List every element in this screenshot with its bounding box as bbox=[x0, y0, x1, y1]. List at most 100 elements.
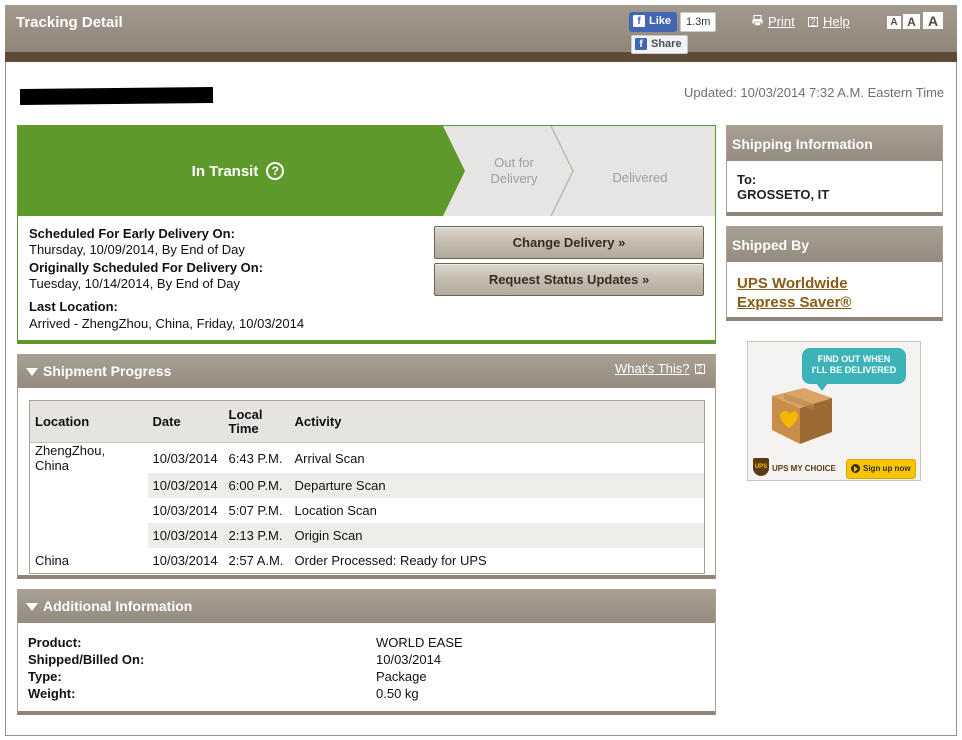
facebook-icon: f bbox=[635, 38, 647, 50]
row-time: 6:00 P.M. bbox=[223, 473, 290, 498]
font-size-medium-button[interactable]: A bbox=[903, 14, 920, 29]
row-activity: Location Scan bbox=[294, 503, 377, 518]
row-date: 10/03/2014 bbox=[152, 552, 218, 568]
change-delivery-button[interactable]: Change Delivery » bbox=[434, 226, 704, 259]
print-link[interactable]: Print bbox=[752, 14, 795, 29]
ship-to-label: To: bbox=[737, 172, 757, 187]
help-icon: ? bbox=[694, 363, 705, 374]
row-location: ZhengZhou, China bbox=[35, 443, 106, 473]
ad-footer: UPS UPS MY CHOICE Sign up now bbox=[748, 450, 920, 480]
request-status-updates-button[interactable]: Request Status Updates » bbox=[434, 263, 704, 296]
facebook-share-label: Share bbox=[651, 38, 682, 50]
carrier-service-line1: UPS Worldwide bbox=[737, 275, 848, 292]
package-box-icon bbox=[766, 384, 836, 449]
shipment-progress-title: Shipment Progress bbox=[43, 363, 172, 379]
product-value: WORLD EASE bbox=[376, 635, 463, 650]
facebook-like-count: 1.3m bbox=[680, 12, 717, 32]
whats-this-label: What's This? bbox=[615, 361, 690, 376]
type-label: Type: bbox=[28, 669, 62, 684]
column-header-date: Date bbox=[147, 400, 224, 443]
help-label: Help bbox=[823, 14, 850, 29]
last-location-value: Arrived - ZhengZhou, China, Friday, 10/0… bbox=[29, 316, 305, 331]
type-value: Package bbox=[376, 669, 427, 684]
help-icon: ? bbox=[808, 16, 818, 27]
row-location bbox=[30, 498, 148, 523]
ad-speech-bubble: FIND OUT WHEN I'LL BE DELIVERED bbox=[802, 348, 906, 391]
row-date: 10/03/2014 bbox=[147, 523, 224, 548]
carrier-service-link[interactable]: UPS Worldwide Express Saver® bbox=[737, 274, 851, 312]
table-row: 10/03/2014 2:13 P.M. Origin Scan bbox=[29, 523, 705, 548]
shipment-progress-header[interactable]: Shipment Progress What's This? ? bbox=[18, 355, 715, 388]
additional-information-section: Additional Information Product: WORLD EA… bbox=[17, 589, 716, 715]
weight-value: 0.50 kg bbox=[376, 686, 419, 701]
row-date: 10/03/2014 bbox=[152, 450, 218, 466]
table-row: ZhengZhou, China 10/03/2014 6:43 P.M. Ar… bbox=[30, 443, 705, 473]
collapse-triangle-icon bbox=[26, 368, 38, 376]
row-activity: Departure Scan bbox=[289, 473, 705, 498]
scheduled-early-value: Thursday, 10/09/2014, By End of Day bbox=[29, 242, 245, 257]
print-label: Print bbox=[768, 14, 795, 29]
top-bar-strip bbox=[5, 52, 957, 62]
table-row: China 10/03/2014 2:57 A.M. Order Process… bbox=[30, 548, 705, 573]
row-time: 5:07 P.M. bbox=[228, 503, 283, 518]
help-link[interactable]: ? Help bbox=[808, 14, 850, 29]
row-time: 2:13 P.M. bbox=[223, 523, 290, 548]
row-date: 10/03/2014 bbox=[147, 473, 224, 498]
status-step-out-for-delivery: Out for Delivery bbox=[464, 155, 564, 187]
ad-bubble-line1: FIND OUT WHEN bbox=[817, 354, 891, 364]
status-step-label: In Transit bbox=[191, 162, 259, 180]
weight-label: Weight: bbox=[28, 686, 76, 701]
row-location: China bbox=[35, 552, 69, 568]
row-time: 6:43 P.M. bbox=[228, 450, 283, 466]
status-step-label-line1: Out for bbox=[494, 155, 534, 170]
ups-my-choice-ad[interactable]: FIND OUT WHEN I'LL BE DELIVERED UPS UPS … bbox=[747, 341, 921, 481]
shipped-billed-label: Shipped/Billed On: bbox=[28, 652, 145, 667]
row-activity: Origin Scan bbox=[289, 523, 705, 548]
table-row: 10/03/2014 5:07 P.M. Location Scan bbox=[30, 498, 705, 523]
font-size-small-button[interactable]: A bbox=[887, 16, 901, 29]
row-activity: Order Processed: Ready for UPS bbox=[294, 552, 487, 568]
shipped-by-title: Shipped By bbox=[727, 227, 942, 262]
shipment-progress-section: Shipment Progress What's This? ? Locatio… bbox=[17, 354, 716, 579]
ad-brand-label: UPS MY CHOICE bbox=[772, 464, 836, 473]
status-step-label-line2: Delivery bbox=[490, 171, 538, 186]
facebook-like-label: Like bbox=[649, 15, 672, 27]
status-step-delivered: Delivered bbox=[612, 170, 668, 185]
whats-this-link[interactable]: What's This? ? bbox=[615, 361, 705, 376]
row-time: 2:57 A.M. bbox=[228, 552, 284, 568]
shipment-progress-table: Location Date Local Time Activity ZhengZ… bbox=[29, 400, 705, 574]
product-label: Product: bbox=[28, 635, 82, 650]
shipped-by-box: Shipped By UPS Worldwide Express Saver® bbox=[726, 226, 943, 321]
row-date: 10/03/2014 bbox=[152, 503, 218, 518]
sign-up-now-button[interactable]: Sign up now bbox=[846, 459, 916, 479]
facebook-icon: f bbox=[633, 15, 645, 27]
ups-logo-icon: UPS bbox=[753, 458, 769, 476]
redacted-tracking-number bbox=[19, 86, 214, 106]
originally-scheduled-label: Originally Scheduled For Delivery On: bbox=[29, 260, 264, 275]
status-progress-bar: In Transit ? Out for Delivery Delivered bbox=[18, 126, 715, 216]
page-title: Tracking Detail bbox=[16, 14, 123, 31]
row-activity: Arrival Scan bbox=[294, 450, 365, 466]
question-circle-icon[interactable]: ? bbox=[266, 162, 285, 180]
additional-information-header[interactable]: Additional Information bbox=[18, 590, 715, 623]
ad-bubble-line2: I'LL BE DELIVERED bbox=[811, 365, 897, 375]
column-header-location: Location bbox=[29, 400, 148, 443]
row-location bbox=[29, 523, 148, 548]
column-header-local-time: Local Time bbox=[223, 400, 290, 443]
row-location bbox=[29, 473, 148, 498]
ship-to-value: GROSSETO, IT bbox=[737, 187, 830, 202]
printer-icon bbox=[752, 14, 763, 29]
facebook-like-button[interactable]: f Like bbox=[629, 12, 678, 32]
collapse-triangle-icon bbox=[26, 603, 38, 611]
status-panel: In Transit ? Out for Delivery Delivered … bbox=[17, 125, 716, 344]
scheduled-early-label: Scheduled For Early Delivery On: bbox=[29, 226, 235, 241]
column-header-activity: Activity bbox=[289, 400, 705, 443]
originally-scheduled-value: Tuesday, 10/14/2014, By End of Day bbox=[29, 276, 241, 291]
table-row: 10/03/2014 6:00 P.M. Departure Scan bbox=[29, 473, 705, 498]
facebook-share-button[interactable]: f Share bbox=[631, 35, 688, 54]
updated-timestamp: Updated: 10/03/2014 7:32 A.M. Eastern Ti… bbox=[684, 85, 945, 100]
font-size-large-button[interactable]: A bbox=[923, 12, 943, 29]
status-step-in-transit: In Transit ? bbox=[18, 126, 458, 216]
top-bar bbox=[5, 5, 957, 55]
shipped-billed-value: 10/03/2014 bbox=[376, 652, 442, 667]
